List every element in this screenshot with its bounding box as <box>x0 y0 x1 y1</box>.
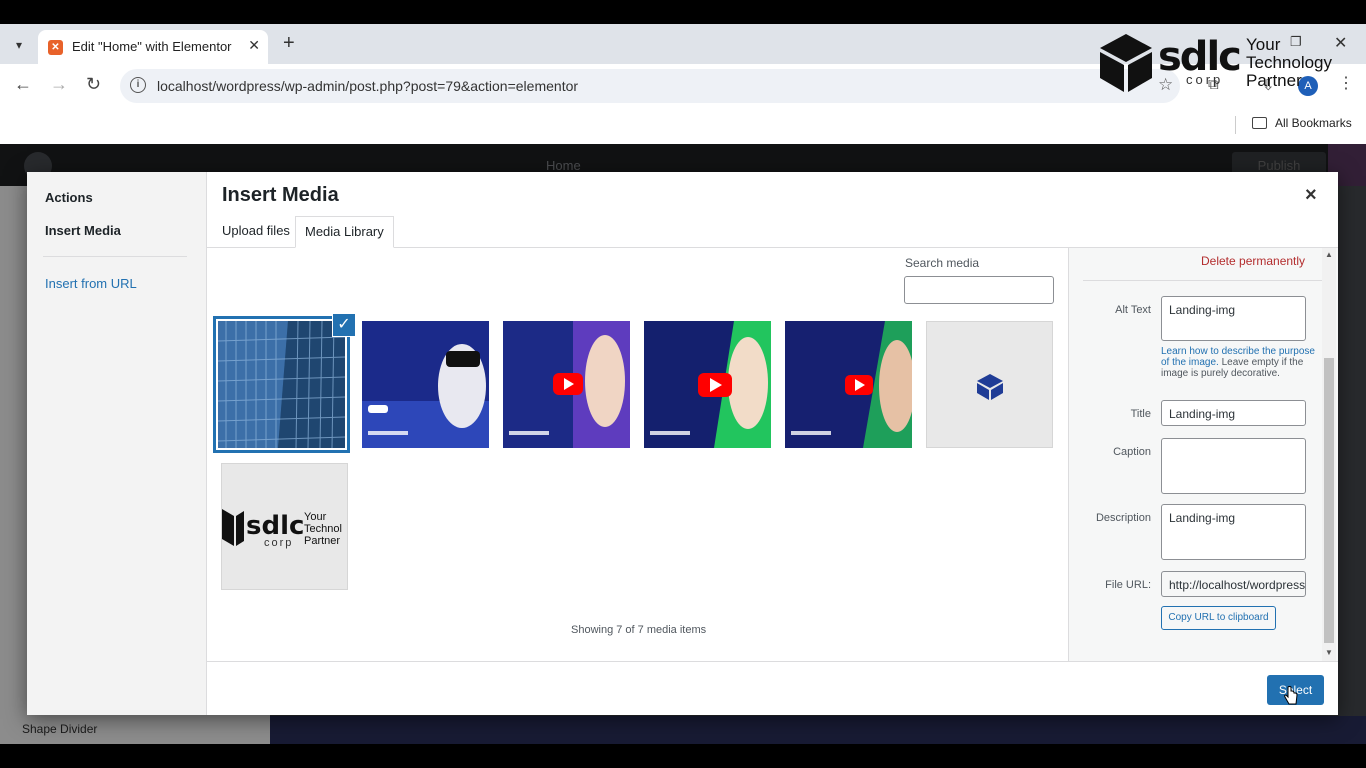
search-media-input[interactable] <box>904 276 1054 304</box>
title-field[interactable]: Landing-img <box>1161 400 1306 426</box>
logo-tag-line2: Technology <box>1246 53 1333 72</box>
forward-arrow-icon[interactable]: → <box>50 74 68 95</box>
scroll-down-arrow-icon[interactable]: ▼ <box>1325 648 1333 657</box>
video-thumbnail-2 <box>503 321 630 448</box>
modal-close-icon[interactable]: × <box>1305 184 1317 207</box>
alt-text-help: Learn how to describe the purpose of the… <box>1161 346 1316 379</box>
all-bookmarks-link[interactable]: All Bookmarks <box>1275 116 1352 130</box>
title-label: Title <box>1130 408 1151 420</box>
copy-url-button[interactable]: Copy URL to clipboard <box>1161 606 1276 630</box>
media-item-video-2[interactable] <box>503 321 630 448</box>
site-info-icon[interactable]: i <box>130 77 146 93</box>
address-url[interactable]: localhost/wordpress/wp-admin/post.php?po… <box>157 78 578 94</box>
logo-tag-line1: Your <box>1246 35 1281 54</box>
media-item-video-4[interactable] <box>785 321 912 448</box>
modal-footer-divider <box>207 661 1338 662</box>
sidebar-separator <box>43 256 187 257</box>
new-tab-plus-icon[interactable]: + <box>283 32 295 55</box>
address-bar[interactable]: i localhost/wordpress/wp-admin/post.php?… <box>120 69 1180 103</box>
media-count-text: Showing 7 of 7 media items <box>571 624 707 636</box>
video-thumbnail-3 <box>644 321 771 448</box>
selected-checkmark-icon[interactable]: ✓ <box>332 313 356 337</box>
menu-insert-from-url[interactable]: Insert from URL <box>45 276 137 291</box>
alt-text-field[interactable]: Landing-img <box>1161 296 1306 341</box>
scroll-thumb[interactable] <box>1324 358 1334 643</box>
sdlc-watermark-logo: sdlc corp Your Technology Partner <box>1098 32 1348 94</box>
sdlc-logo-image: sdlc corp Your Technol Partner <box>222 509 342 549</box>
reload-icon[interactable]: ↻ <box>86 74 101 95</box>
bookmarks-bar: All Bookmarks <box>0 108 1366 144</box>
back-arrow-icon[interactable]: ← <box>14 74 32 95</box>
actions-heading: Actions <box>45 190 93 205</box>
media-item-video-1[interactable] <box>362 321 489 448</box>
modal-title: Insert Media <box>222 184 339 206</box>
alt-text-label: Alt Text <box>1115 304 1151 316</box>
tab-title: Edit "Home" with Elementor <box>72 39 232 54</box>
scroll-up-arrow-icon[interactable]: ▲ <box>1325 250 1333 259</box>
insert-media-modal: Actions Insert Media Insert from URL Ins… <box>27 172 1338 715</box>
cube-logo-icon <box>1100 34 1152 92</box>
details-scrollbar[interactable]: ▲ ▼ <box>1322 248 1336 661</box>
logo-sub: corp <box>1186 72 1224 87</box>
file-url-label: File URL: <box>1105 579 1151 591</box>
logo-tagline: Your Technology Partner <box>1246 36 1356 90</box>
tab-upload-files[interactable]: Upload files <box>213 216 299 248</box>
video-thumbnail-1 <box>362 321 489 448</box>
building-image <box>218 321 345 448</box>
media-item-cube-logo[interactable] <box>926 321 1053 448</box>
caption-label: Caption <box>1113 446 1151 458</box>
caption-field[interactable] <box>1161 438 1306 494</box>
cube-logo-image <box>977 374 1003 400</box>
bookmarks-separator <box>1235 116 1236 134</box>
media-item-building[interactable] <box>213 316 350 453</box>
video-thumbnail-4 <box>785 321 912 448</box>
thumb-logo-sub: corp <box>264 537 293 549</box>
thumb-logo-tag1: Your <box>304 511 327 523</box>
attachment-details-panel: Delete permanently Alt Text Landing-img … <box>1068 248 1338 661</box>
tab-search-chevron-icon[interactable]: ▾ <box>8 34 30 56</box>
tab-close-icon[interactable]: ✕ <box>248 37 260 54</box>
tab-media-library[interactable]: Media Library <box>295 216 394 248</box>
browser-tab-active[interactable]: ✕ Edit "Home" with Elementor ✕ <box>38 30 268 64</box>
logo-tag-line3: Partner <box>1246 71 1302 90</box>
media-item-sdlc-logo[interactable]: sdlc corp Your Technol Partner <box>221 463 348 590</box>
file-url-field[interactable]: http://localhost/wordpress <box>1161 571 1306 597</box>
hand-cursor-icon <box>1284 686 1298 705</box>
menu-insert-media[interactable]: Insert Media <box>45 223 121 238</box>
description-label: Description <box>1095 512 1151 524</box>
delete-permanently-link[interactable]: Delete permanently <box>1201 254 1305 268</box>
media-item-video-3[interactable] <box>644 321 771 448</box>
screen: ▾ ✕ Edit "Home" with Elementor ✕ + ❐ ✕ ←… <box>0 0 1366 768</box>
search-media-label: Search media <box>905 256 980 270</box>
thumb-logo-tag2: Technol <box>304 523 342 535</box>
folder-icon[interactable] <box>1252 117 1267 129</box>
xampp-favicon-icon: ✕ <box>48 40 63 55</box>
thumb-logo-tag3: Partner <box>304 535 340 547</box>
details-separator <box>1083 280 1323 281</box>
media-modal-sidebar: Actions Insert Media Insert from URL <box>27 172 207 715</box>
description-field[interactable]: Landing-img <box>1161 504 1306 560</box>
